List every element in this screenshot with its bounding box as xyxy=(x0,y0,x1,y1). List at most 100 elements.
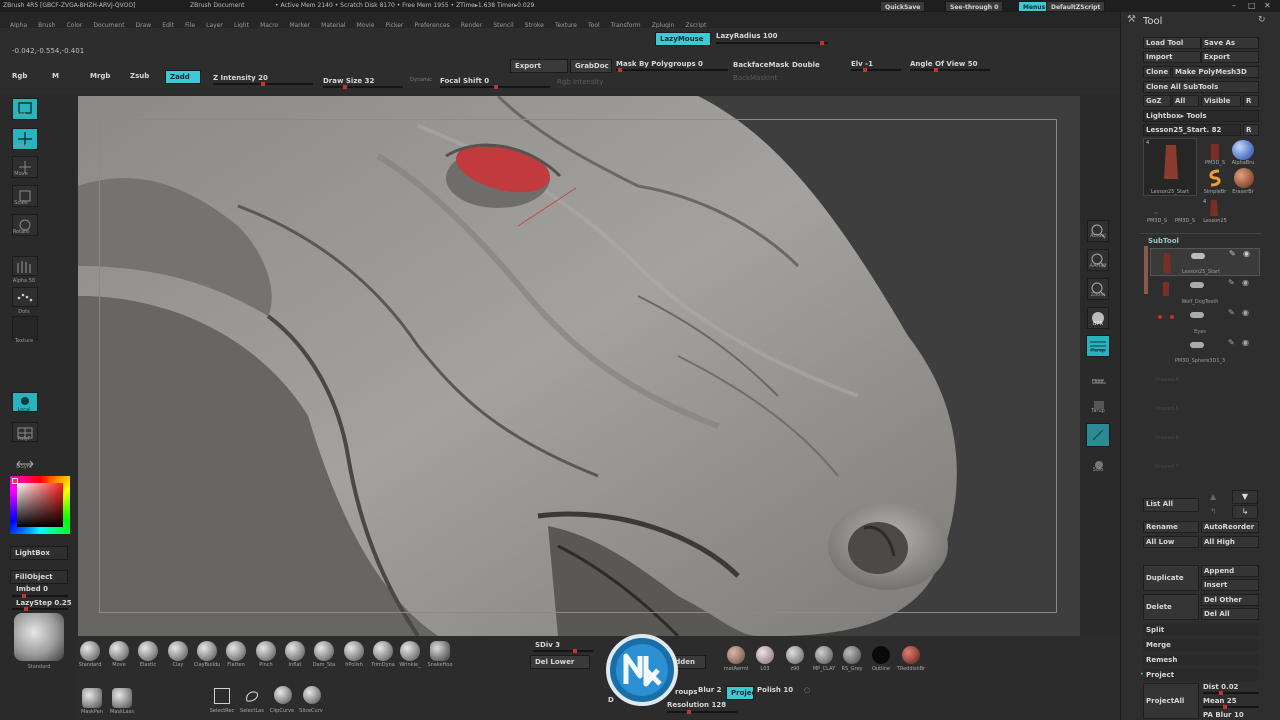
subtool-lesson25-brush-icon[interactable]: ✎ xyxy=(1229,249,1236,258)
material-treddishbr-swatch[interactable] xyxy=(902,646,920,664)
brush-move-icon[interactable] xyxy=(109,641,129,661)
blur-slider[interactable]: Blur 2 xyxy=(698,686,721,694)
current-brush-thumbnail[interactable] xyxy=(14,613,64,661)
brush-inflat-icon[interactable] xyxy=(285,641,305,661)
del-all-button[interactable]: Del All xyxy=(1201,608,1259,620)
delete-button[interactable]: Delete xyxy=(1143,594,1199,620)
goz-button[interactable]: GoZ xyxy=(1143,95,1171,107)
zadd-toggle[interactable]: Zadd xyxy=(165,70,201,84)
focal-shift-slider[interactable]: Focal Shift 0 xyxy=(440,77,489,85)
lazystep-slider[interactable]: LazyStep 0.25 xyxy=(16,599,72,607)
save-as-button[interactable]: Save As xyxy=(1201,37,1259,49)
material-mpclay-swatch[interactable] xyxy=(815,646,833,664)
quicksave-button[interactable]: QuickSave xyxy=(880,1,926,12)
brush-trimdynamic-icon[interactable] xyxy=(373,641,393,661)
subtool-sphere-eye-icon[interactable]: ◉ xyxy=(1242,338,1249,347)
selectlasso-icon[interactable] xyxy=(244,688,260,704)
backmaskint-slider[interactable]: BackMaskInt xyxy=(733,74,777,82)
backfacemask-toggle[interactable]: BackfaceMask xyxy=(733,61,789,69)
tool-export-button[interactable]: Export xyxy=(1201,51,1259,63)
merge-section[interactable]: Merge xyxy=(1143,639,1259,651)
del-other-button[interactable]: Del Other xyxy=(1201,594,1259,606)
project-toggle[interactable]: Project xyxy=(726,686,754,700)
subtool-lesson25-toggle-icon[interactable] xyxy=(1191,253,1205,259)
subtool-header[interactable]: SubTool xyxy=(1148,237,1179,245)
rgb-intensity-slider[interactable]: Rgb Intensity xyxy=(557,78,603,86)
brush-elastic-icon[interactable] xyxy=(138,641,158,661)
tool-thumb-eraserbrush[interactable] xyxy=(1234,168,1254,188)
lazymouse-toggle[interactable]: LazyMouse xyxy=(655,32,711,46)
autoreorder-button[interactable]: AutoReorder xyxy=(1201,521,1259,533)
slicecurve-icon[interactable] xyxy=(303,686,321,704)
material-mataerml-swatch[interactable] xyxy=(727,646,745,664)
move-up-icon[interactable]: ▲ xyxy=(1210,492,1216,501)
polish-slider[interactable]: Polish 10 xyxy=(757,686,793,694)
move-down-icon[interactable]: ▼ xyxy=(1232,490,1258,504)
maximize-icon[interactable]: □ xyxy=(1248,1,1256,10)
lsym-toggle[interactable] xyxy=(14,454,36,468)
default-zscript-button[interactable]: DefaultZScript xyxy=(1046,1,1106,12)
z-intensity-slider[interactable]: Z Intensity 20 xyxy=(213,74,268,82)
brush-claybuildup-icon[interactable] xyxy=(197,641,217,661)
close-icon[interactable]: ✕ xyxy=(1264,1,1271,10)
tool-panel-arrow-icon[interactable]: ⚒ xyxy=(1127,14,1136,25)
stroke-picker[interactable] xyxy=(12,287,38,307)
tool-thumb-simplebrush[interactable] xyxy=(1205,168,1225,188)
mrgb-toggle[interactable]: Mrgb xyxy=(90,72,110,80)
tool-panel-refresh-icon[interactable]: ↻ xyxy=(1258,15,1266,25)
canvas[interactable] xyxy=(78,96,1080,636)
goz-all-button[interactable]: All xyxy=(1172,95,1199,107)
subtool-item-wolf-dogteeth[interactable]: ✎ ◉ Wolf_DogTeeth xyxy=(1150,278,1260,306)
material-outline-swatch[interactable] xyxy=(872,646,890,664)
m-toggle[interactable]: M xyxy=(52,72,59,80)
brush-damstandard-icon[interactable] xyxy=(314,641,334,661)
masklasso-icon[interactable] xyxy=(112,688,132,708)
projectall-button[interactable]: ProjectAll xyxy=(1143,683,1199,719)
subtool-item-pm3d-sphere[interactable]: ✎ ◉ PM3D_Sphere3D1_3 xyxy=(1150,338,1260,366)
rename-button[interactable]: Rename xyxy=(1143,521,1199,533)
tool-thumb-alphabrush[interactable] xyxy=(1232,140,1254,160)
all-high-button[interactable]: All High xyxy=(1201,536,1259,548)
alpha-picker[interactable] xyxy=(12,256,38,276)
goz-visible-button[interactable]: Visible xyxy=(1201,95,1241,107)
list-all-button[interactable]: List All xyxy=(1143,498,1199,512)
clone-all-subtools-button[interactable]: Clone All SubTools xyxy=(1143,81,1259,93)
minimize-icon[interactable]: – xyxy=(1232,1,1236,10)
color-saturation-square[interactable] xyxy=(17,483,63,527)
all-low-button[interactable]: All Low xyxy=(1143,536,1199,548)
double-toggle[interactable]: Double xyxy=(792,61,820,69)
current-tool-r-button[interactable]: R xyxy=(1243,124,1259,136)
subtool-scroll-indicator[interactable] xyxy=(1144,246,1148,294)
rgb-toggle[interactable]: Rgb xyxy=(12,72,27,80)
transp-toggle[interactable] xyxy=(1086,423,1110,447)
tool-thumb-pm3ds-2[interactable] xyxy=(1150,204,1162,216)
brush-pinch-icon[interactable] xyxy=(256,641,276,661)
export-button[interactable]: Export xyxy=(510,59,568,73)
brush-clay-icon[interactable] xyxy=(168,641,188,661)
material-l03-swatch[interactable] xyxy=(756,646,774,664)
texture-picker[interactable] xyxy=(12,316,38,340)
subtool-teeth-eye-icon[interactable]: ◉ xyxy=(1242,278,1249,287)
dynamic-toggle[interactable]: Dynamic xyxy=(410,77,432,83)
tarup-toggle[interactable] xyxy=(1090,396,1108,409)
mask-by-polygroups-slider[interactable]: Mask By Polygroups 0 xyxy=(616,60,703,68)
split-section[interactable]: Split xyxy=(1143,624,1259,636)
current-tool-slider[interactable]: Lesson25_Start. 82 xyxy=(1143,124,1241,136)
see-through-slider[interactable]: See-through 0 xyxy=(945,1,1004,12)
draw-size-slider[interactable]: Draw Size 32 xyxy=(323,77,374,85)
subtool-item-lesson25[interactable]: ✎ ◉ Lesson25_Start xyxy=(1150,248,1260,276)
make-polymesh3d-button[interactable]: Make PolyMesh3D xyxy=(1172,66,1259,78)
elevation-slider[interactable]: Elv -1 xyxy=(851,60,873,68)
lightbox-tools-button[interactable]: Lightbox▸ Tools xyxy=(1143,110,1259,122)
move-left-icon[interactable]: ↰ xyxy=(1210,507,1217,516)
subtool-sphere-brush-icon[interactable]: ✎ xyxy=(1228,338,1235,347)
subtool-sphere-toggle-icon[interactable] xyxy=(1190,342,1204,348)
clone-button[interactable]: Clone xyxy=(1143,66,1171,78)
brush-hpolish-icon[interactable] xyxy=(344,641,364,661)
del-lower-button[interactable]: Del Lower xyxy=(530,655,590,669)
color-picker[interactable] xyxy=(10,476,70,534)
primary-color-swatch[interactable] xyxy=(12,478,18,484)
goz-r-button[interactable]: R xyxy=(1243,95,1259,107)
append-button[interactable]: Append xyxy=(1201,565,1259,577)
remesh-section[interactable]: Remesh xyxy=(1143,654,1259,666)
